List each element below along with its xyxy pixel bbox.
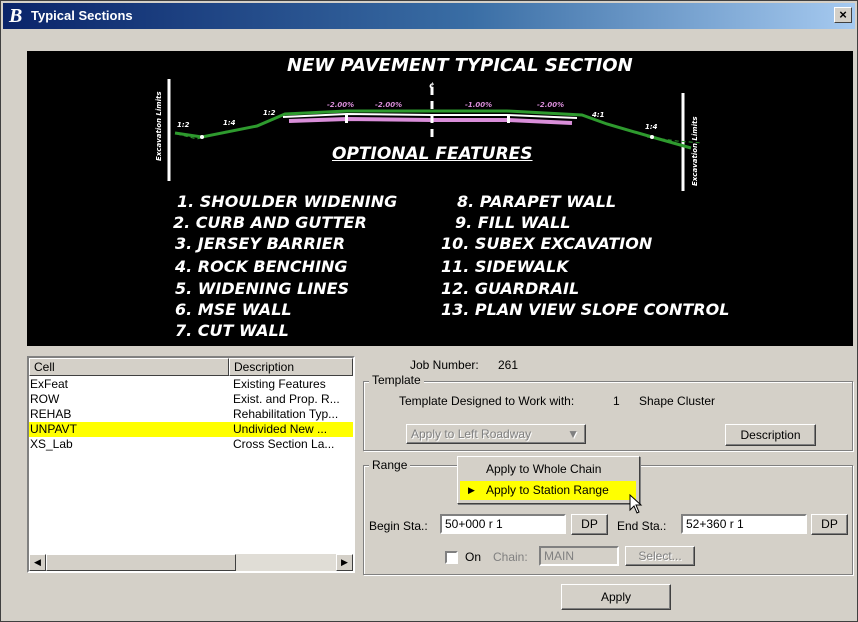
scroll-right-icon[interactable]: ▶ [336,554,353,571]
side-slope-2: 1:4 [223,119,236,127]
table-row[interactable]: REHAB Rehabilitation Typ... [29,407,353,422]
feature-item: 1. SHOULDER WIDENING [177,192,398,211]
chain-field[interactable]: MAIN [539,546,619,566]
chevron-down-icon: ▼ [567,427,579,441]
bentley-logo-icon: B [9,5,23,27]
cell-description: Existing Features [233,377,326,391]
feature-item: 7. CUT WALL [175,321,289,340]
apply-button[interactable]: Apply [561,584,671,610]
menu-item-station-range-label: Apply to Station Range [486,483,609,497]
job-number-label: Job Number: [410,358,479,372]
end-station-field[interactable]: 52+360 r 1 [681,514,807,534]
cell-description: Undivided New ... [233,422,328,436]
menu-item-station-range[interactable]: ▶ Apply to Station Range [460,481,636,500]
feature-item: 2. CURB AND GUTTER [173,213,367,232]
cell-description: Rehabilitation Typ... [233,407,339,421]
column-header-cell[interactable]: Cell [29,358,229,376]
close-button[interactable]: × [834,7,852,23]
cell-name: REHAB [30,407,72,421]
template-designed-label: Template Designed to Work with: [399,394,575,408]
feature-item: 12. GUARDRAIL [441,279,580,298]
apply-roadway-dropdown[interactable]: Apply to Left Roadway ▼ [406,424,586,444]
optional-features-heading: OPTIONAL FEATURES [332,144,533,164]
typical-section-preview: NEW PAVEMENT TYPICAL SECTION Excavation … [27,51,853,346]
feature-item: 13. PLAN VIEW SLOPE CONTROL [441,300,730,319]
begin-station-label: Begin Sta.: [369,519,428,533]
range-option-menu[interactable]: Apply to Whole Chain ▶ Apply to Station … [457,456,640,504]
left-excavation-label: Excavation Limits [155,91,163,162]
cell-description: Exist. and Prop. R... [233,392,340,406]
cell-name: XS_Lab [30,437,73,451]
description-button[interactable]: Description [725,424,816,446]
feature-item: 5. WIDENING LINES [175,279,350,298]
slope-label-1: -2.00% [327,101,355,109]
on-label: On [465,550,482,564]
end-station-label: End Sta.: [617,519,667,533]
slope-label-2: -2.00% [375,101,403,109]
table-row[interactable]: ROW Exist. and Prop. R... [29,392,353,407]
cell-name: UNPAVT [30,422,77,436]
mouse-pointer-icon [629,494,643,514]
template-group-label: Template [369,373,424,387]
template-designed-count: 1 [613,394,620,408]
column-header-description[interactable]: Description [229,358,353,376]
slope-label-4: -2.00% [537,101,565,109]
feature-item: 4. ROCK BENCHING [175,257,348,276]
on-chain-checkbox[interactable] [445,551,458,564]
cell-name: ExFeat [30,377,69,391]
table-row-selected[interactable]: UNPAVT Undivided New ... [29,422,353,437]
slope-label-3: -1.00% [465,101,493,109]
menu-item-whole-chain[interactable]: Apply to Whole Chain [460,460,636,479]
cell-list[interactable]: Cell Description ExFeat Existing Feature… [27,356,355,573]
typical-sections-dialog: B Typical Sections × NEW PAVEMENT TYPICA… [0,0,858,622]
table-row[interactable]: XS_Lab Cross Section La... [29,437,353,452]
side-slope-3: 1:2 [263,109,276,117]
end-dp-button[interactable]: DP [811,514,848,535]
feature-item: 10. SUBEX EXCAVATION [441,234,653,253]
feature-item: 11. SIDEWALK [441,257,569,276]
title-bar: B Typical Sections × [3,3,855,29]
cell-name: ROW [30,392,60,406]
select-chain-button[interactable]: Select... [625,546,695,566]
side-slope-5: 1:4 [645,123,658,131]
begin-station-field[interactable]: 50+000 r 1 [440,514,566,534]
range-group-label: Range [369,458,411,472]
scroll-left-icon[interactable]: ◀ [29,554,46,571]
feature-item: 9. FILL WALL [455,213,571,232]
chain-label: Chain: [493,550,528,564]
job-number-value: 261 [498,358,519,372]
template-designed-type: Shape Cluster [639,394,716,408]
feature-item: 6. MSE WALL [175,300,292,319]
scrollbar-thumb[interactable] [46,554,236,571]
preview-title: NEW PAVEMENT TYPICAL SECTION [287,55,633,76]
centerline-mark: ¢ [429,81,435,90]
apply-roadway-value: Apply to Left Roadway [411,427,532,441]
window-title: Typical Sections [31,8,133,23]
feature-item: 3. JERSEY BARRIER [175,234,346,253]
side-slope-4: 4:1 [592,111,605,119]
horizontal-scrollbar[interactable]: ◀ ▶ [29,554,353,571]
right-excavation-label: Excavation Limits [691,116,699,187]
triangle-right-icon: ▶ [468,485,475,495]
list-header: Cell Description [29,358,353,376]
cell-description: Cross Section La... [233,437,335,451]
table-row[interactable]: ExFeat Existing Features [29,377,353,392]
side-slope-1: 1:2 [177,121,190,129]
begin-dp-button[interactable]: DP [571,514,608,535]
feature-item: 8. PARAPET WALL [457,192,617,211]
